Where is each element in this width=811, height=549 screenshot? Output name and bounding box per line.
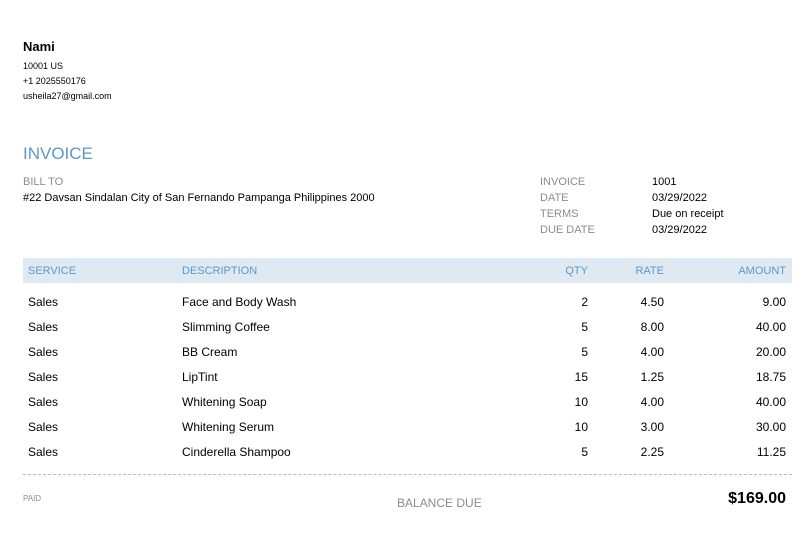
item-amount: 30.00 <box>755 420 786 434</box>
col-qty: QTY <box>565 265 588 277</box>
table-row: Sales BB Cream 5 4.00 20.00 <box>0 345 811 361</box>
col-amount: AMOUNT <box>738 265 786 277</box>
item-service: Sales <box>28 445 59 459</box>
item-description: Whitening Soap <box>182 395 267 409</box>
item-amount: 40.00 <box>755 395 786 409</box>
balance-due-label: BALANCE DUE <box>397 496 482 510</box>
bill-to-label: BILL TO <box>23 176 64 188</box>
company-email: usheila27@gmail.com <box>23 91 112 101</box>
paid-label: PAID <box>23 494 42 503</box>
item-rate: 4.00 <box>640 345 664 359</box>
item-service: Sales <box>28 295 59 309</box>
table-row: Sales Cinderella Shampoo 5 2.25 11.25 <box>0 445 811 461</box>
meta-value: Due on receipt <box>652 208 724 220</box>
item-qty: 15 <box>574 370 588 384</box>
company-phone: +1 2025550176 <box>23 76 86 86</box>
item-rate: 2.25 <box>640 445 664 459</box>
table-row: Sales Whitening Soap 10 4.00 40.00 <box>0 395 811 411</box>
item-description: LipTint <box>182 370 218 384</box>
col-rate: RATE <box>635 265 664 277</box>
table-row: Sales Whitening Serum 10 3.00 30.00 <box>0 420 811 436</box>
item-service: Sales <box>28 395 59 409</box>
table-row: Sales Slimming Coffee 5 8.00 40.00 <box>0 320 811 336</box>
col-service: SERVICE <box>28 265 77 277</box>
item-qty: 10 <box>574 395 588 409</box>
item-service: Sales <box>28 345 59 359</box>
item-amount: 18.75 <box>755 370 786 384</box>
item-rate: 1.25 <box>640 370 664 384</box>
item-service: Sales <box>28 370 59 384</box>
item-service: Sales <box>28 320 59 334</box>
item-description: Cinderella Shampoo <box>182 445 291 459</box>
item-amount: 11.25 <box>756 445 786 459</box>
meta-label: TERMS <box>540 208 579 220</box>
item-qty: 10 <box>574 420 588 434</box>
table-header <box>23 258 792 283</box>
item-rate: 8.00 <box>640 320 664 334</box>
item-rate: 3.00 <box>640 420 664 434</box>
item-rate: 4.00 <box>640 395 664 409</box>
meta-label: INVOICE <box>540 176 586 188</box>
meta-value: 03/29/2022 <box>652 192 708 204</box>
divider <box>23 474 792 475</box>
meta-value: 03/29/2022 <box>652 224 708 236</box>
item-description: Whitening Serum <box>182 420 275 434</box>
col-description: DESCRIPTION <box>182 265 258 277</box>
meta-label: DUE DATE <box>540 224 595 236</box>
invoice-title: INVOICE <box>23 144 93 163</box>
item-service: Sales <box>28 420 59 434</box>
meta-value: 1001 <box>652 176 677 188</box>
item-description: Face and Body Wash <box>182 295 297 309</box>
item-amount: 20.00 <box>755 345 786 359</box>
item-description: BB Cream <box>182 345 238 359</box>
item-qty: 5 <box>581 320 588 334</box>
item-amount: 9.00 <box>762 295 786 309</box>
table-row: Sales Face and Body Wash 2 4.50 9.00 <box>0 295 811 311</box>
item-rate: 4.50 <box>640 295 664 309</box>
item-description: Slimming Coffee <box>182 320 270 334</box>
bill-to-address: #22 Davsan Sindalan City of San Fernando… <box>23 192 375 204</box>
item-amount: 40.00 <box>755 320 786 334</box>
company-address: 10001 US <box>23 61 64 71</box>
item-qty: 2 <box>581 295 588 309</box>
company-name: Nami <box>23 39 55 54</box>
balance-due-amount: $169.00 <box>728 490 786 507</box>
meta-label: DATE <box>540 192 569 204</box>
item-qty: 5 <box>581 445 588 459</box>
table-row: Sales LipTint 15 1.25 18.75 <box>0 370 811 386</box>
item-qty: 5 <box>581 345 588 359</box>
